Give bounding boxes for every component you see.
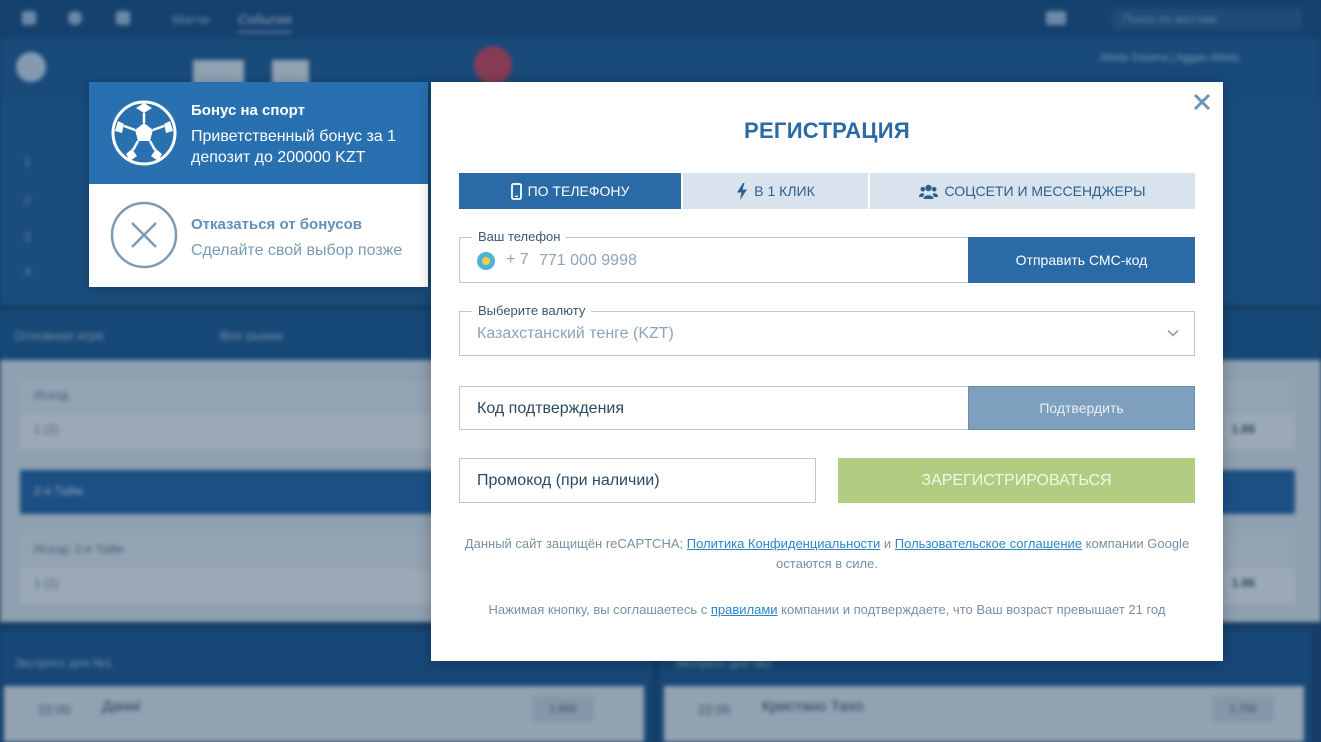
recaptcha-text: Данный сайт защищён reCAPTCHA; (464, 536, 684, 551)
privacy-policy-link[interactable]: Политика Конфиденциальности (687, 536, 881, 551)
tab-social[interactable]: СОЦСЕТИ И МЕССЕНДЖЕРЫ (870, 173, 1195, 209)
agreement-text: компании и подтверждаете, что Ваш возрас… (781, 602, 1166, 617)
recaptcha-notice: Данный сайт защищён reCAPTCHA; Политика … (459, 534, 1195, 574)
promo-code-input[interactable] (477, 469, 797, 493)
tab-label: СОЦСЕТИ И МЕССЕНДЖЕРЫ (944, 183, 1146, 199)
currency-legend: Выберите валюту (472, 303, 592, 318)
confirm-code-button[interactable]: Подтвердить (968, 386, 1195, 430)
lightning-icon (737, 182, 748, 200)
currency-select[interactable]: Выберите валюту Казахстанский тенге (KZT… (459, 303, 1195, 356)
bonus-decline-description: Сделайте свой выбор позже (191, 242, 403, 259)
bonus-option-sport[interactable]: Бонус на спорт Приветственный бонус за 1… (89, 82, 428, 184)
country-code: + 7 (506, 251, 529, 268)
register-button[interactable]: ЗАРЕГИСТРИРОВАТЬСЯ (838, 458, 1195, 503)
phone-icon (510, 182, 522, 200)
users-icon (919, 184, 939, 199)
promo-field (459, 458, 816, 503)
phone-legend: Ваш телефон (472, 229, 567, 244)
chevron-down-icon (1167, 329, 1179, 337)
confirmation-code-input[interactable] (477, 397, 917, 421)
phone-field: Ваш телефон + 7 (459, 229, 968, 283)
bonus-option-decline[interactable]: Отказаться от бонусов Сделайте свой выбо… (89, 184, 428, 287)
rules-link[interactable]: правилами (711, 602, 778, 617)
user-agreement-link[interactable]: Пользовательское соглашение (895, 536, 1082, 551)
modal-title: РЕГИСТРАЦИЯ (743, 118, 911, 143)
age-agreement-notice: Нажимая кнопку, вы соглашаетесь с правил… (459, 602, 1195, 617)
tab-label: ПО ТЕЛЕФОНУ (527, 183, 630, 199)
bonus-sport-title: Бонус на спорт (191, 102, 305, 119)
kazakhstan-flag-icon[interactable] (477, 252, 495, 270)
bonus-sport-description: Приветственный бонус за 1 депозит до 200… (191, 128, 397, 166)
registration-tabs: ПО ТЕЛЕФОНУ В 1 КЛИК СОЦСЕТИ И МЕССЕНДЖЕ… (459, 173, 1195, 209)
send-sms-button[interactable]: Отправить СМС-код (968, 237, 1195, 283)
close-icon[interactable] (1190, 90, 1214, 114)
bonus-panel: Бонус на спорт Приветственный бонус за 1… (89, 82, 428, 287)
tab-label: В 1 КЛИК (754, 183, 815, 199)
tab-by-phone[interactable]: ПО ТЕЛЕФОНУ (459, 173, 681, 209)
bonus-decline-title: Отказаться от бонусов (191, 216, 362, 233)
currency-value: Казахстанский тенге (KZT) (477, 325, 674, 342)
agreement-text: Нажимая кнопку, вы соглашаетесь с (488, 602, 708, 617)
soccer-ball-icon (111, 100, 177, 166)
registration-modal: РЕГИСТРАЦИЯ ПО ТЕЛЕФОНУ В 1 КЛИК СОЦСЕТИ… (431, 82, 1223, 661)
tab-one-click[interactable]: В 1 КЛИК (683, 173, 868, 209)
recaptcha-text: и (883, 536, 892, 551)
phone-input[interactable] (539, 249, 839, 273)
cancel-circle-icon (110, 201, 178, 269)
code-field (459, 386, 968, 430)
